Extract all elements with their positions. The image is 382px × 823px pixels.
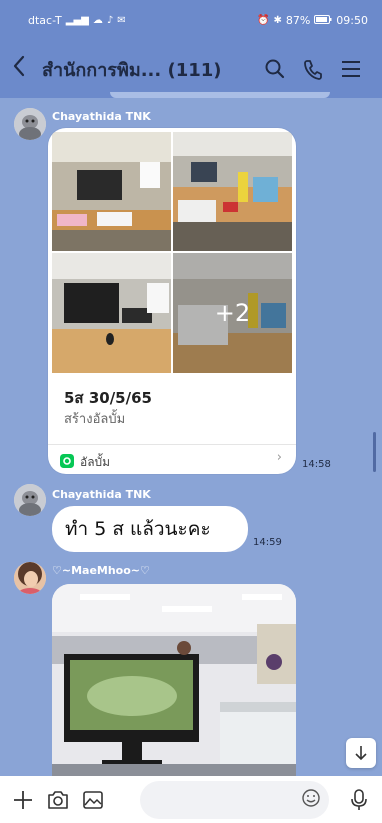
arrow-down-icon	[355, 746, 367, 761]
back-icon[interactable]	[12, 55, 42, 83]
bluetooth-icon: ✱	[273, 14, 282, 26]
signal-icon: ▂▄▆	[65, 14, 89, 26]
avatar-chayathida[interactable]	[14, 108, 46, 140]
album-divider	[48, 444, 296, 445]
phone-icon[interactable]	[294, 58, 332, 80]
battery-icon	[314, 14, 332, 27]
menu-icon[interactable]	[332, 60, 370, 78]
album-title: 5ส 30/5/65	[64, 389, 152, 407]
message-input-bar	[0, 776, 382, 823]
album-footer-label: อัลบั้ม	[80, 455, 111, 469]
avatar-chayathida[interactable]	[14, 484, 46, 516]
message-text: ทำ 5 ส แล้วนะคะ	[65, 518, 211, 540]
sender-name: Chayathida TNK	[52, 110, 151, 123]
chat-screen: dtac-T ▂▄▆ ☁ ♪ ✉ ⏰ ✱ 87% 09:50 สำนักการพ…	[0, 0, 382, 823]
chat-title[interactable]: สำนักการพิม... (111)	[42, 55, 256, 84]
emoji-icon[interactable]	[301, 788, 321, 812]
microphone-icon[interactable]	[341, 782, 376, 818]
album-subtitle: สร้างอัลบั้ม	[64, 412, 126, 427]
scroll-to-bottom-button[interactable]	[346, 738, 376, 768]
chevron-right-icon: ›	[276, 450, 282, 465]
album-photo-2[interactable]	[173, 132, 292, 251]
tiktok-icon: ♪	[106, 14, 114, 26]
search-icon[interactable]	[256, 58, 294, 80]
album-photo-4[interactable]: +2	[173, 253, 292, 373]
text-message-bubble[interactable]: ทำ 5 ส แล้วนะคะ	[52, 506, 248, 552]
image-icon[interactable]	[75, 782, 110, 818]
carrier-label: dtac-T	[28, 13, 62, 27]
sender-name: ♡~MaeMhoo~♡	[52, 564, 150, 577]
album-message[interactable]: +2 5ส 30/5/65 สร้างอัลบั้ม อัลบั้ม ›	[48, 128, 296, 474]
previous-message-edge	[110, 92, 330, 98]
cloud-icon: ☁	[92, 14, 103, 26]
message-time: 14:58	[302, 459, 331, 470]
status-left: dtac-T ▂▄▆ ☁ ♪ ✉	[28, 14, 126, 27]
album-app-icon	[60, 454, 74, 471]
mail-icon: ✉	[117, 14, 126, 26]
sender-name: Chayathida TNK	[52, 488, 151, 501]
alarm-icon: ⏰	[257, 14, 270, 26]
message-time: 14:59	[253, 537, 282, 548]
clock-time: 09:50	[336, 13, 368, 27]
battery-percent: 87%	[285, 13, 311, 27]
photo-message[interactable]	[52, 584, 296, 784]
chat-header: สำนักการพิม... (111)	[0, 40, 382, 98]
status-right: ⏰ ✱ 87% 09:50	[257, 14, 368, 27]
album-photo-1[interactable]	[52, 132, 171, 251]
avatar-maemhoo[interactable]	[14, 562, 46, 594]
more-photos-count: +2	[214, 299, 251, 327]
status-bar: dtac-T ▂▄▆ ☁ ♪ ✉ ⏰ ✱ 87% 09:50	[0, 0, 382, 40]
plus-icon[interactable]	[6, 782, 41, 818]
camera-icon[interactable]	[41, 782, 76, 818]
album-photo-3[interactable]	[52, 253, 171, 373]
message-input[interactable]	[140, 780, 330, 819]
scrollbar-thumb[interactable]	[373, 432, 376, 472]
album-footer[interactable]: อัลบั้ม	[60, 453, 110, 472]
